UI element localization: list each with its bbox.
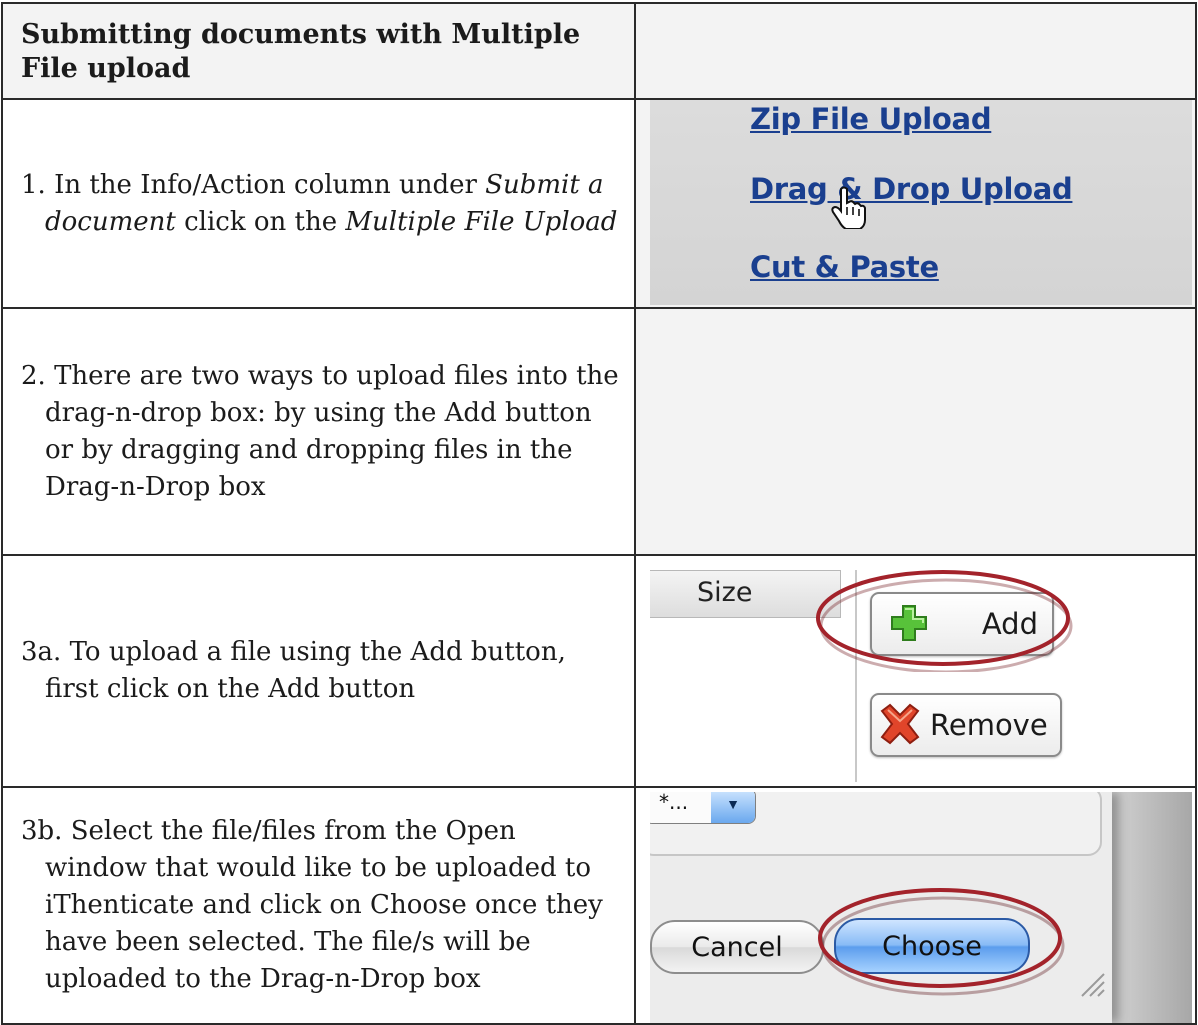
cut-paste-link[interactable]: Cut & Paste — [750, 250, 939, 284]
open-dialog-sheet: *... ▼ Cancel Choose — [650, 792, 1112, 1023]
step-1-screenshot-cell: Zip File Upload Drag & Drop Upload Cut &… — [634, 98, 1197, 309]
size-column-header[interactable]: Size — [650, 570, 841, 618]
dropdown-arrow-icon: ▼ — [711, 792, 755, 823]
step-3a-text: 3a. To upload a file using the Add butto… — [21, 637, 566, 704]
header-cell: Submitting documents with Multiple File … — [1, 2, 636, 100]
step-3a-screenshot-cell: Size Add Remove — [634, 554, 1197, 788]
step-3a-text-block: 3a. To upload a file using the Add butto… — [3, 634, 634, 708]
remove-button-label: Remove — [930, 708, 1048, 742]
step-3b-cell: 3b. Select the file/files from the Open … — [1, 786, 636, 1025]
step-3a-cell: 3a. To upload a file using the Add butto… — [1, 554, 636, 788]
step-3b-text-block: 3b. Select the file/files from the Open … — [3, 813, 634, 998]
step-3b-text: 3b. Select the file/files from the Open … — [21, 816, 603, 994]
step-1-text: 1. In the Info/Action column under Submi… — [3, 167, 634, 241]
step-2-text: 2. There are two ways to upload files in… — [21, 360, 619, 502]
step-2-empty-cell — [634, 307, 1197, 556]
remove-x-icon — [880, 703, 920, 745]
hand-cursor-icon — [831, 186, 866, 229]
size-column-label: Size — [697, 577, 753, 608]
format-popup-value: *... — [659, 792, 689, 814]
open-dialog-screenshot: *... ▼ Cancel Choose — [650, 792, 1192, 1023]
step-1-em-multiple: Multiple File Upload — [345, 206, 618, 237]
plus-icon — [891, 605, 927, 641]
add-button-label: Add — [981, 607, 1038, 641]
step-row-3a: 3a. To upload a file using the Add butto… — [1, 554, 1197, 788]
step-2-text-block: 2. There are two ways to upload files in… — [3, 358, 634, 506]
step-3b-screenshot-cell: *... ▼ Cancel Choose — [634, 786, 1197, 1025]
header-row: Submitting documents with Multiple File … — [1, 2, 1197, 100]
resize-grip-icon[interactable] — [1076, 968, 1106, 998]
table-title: Submitting documents with Multiple File … — [21, 19, 581, 84]
step-1-cell: 1. In the Info/Action column under Submi… — [1, 98, 636, 309]
step-row-1: 1. In the Info/Action column under Submi… — [1, 98, 1197, 309]
zip-file-upload-link[interactable]: Zip File Upload — [750, 102, 992, 136]
column-separator — [855, 570, 857, 782]
step-1-text-middle: click on the — [175, 206, 346, 237]
format-popup[interactable]: *... ▼ — [650, 792, 756, 824]
remove-button[interactable]: Remove — [870, 693, 1062, 757]
step-2-cell: 2. There are two ways to upload files in… — [1, 307, 636, 556]
step-row-2: 2. There are two ways to upload files in… — [1, 307, 1197, 556]
header-empty-cell — [634, 2, 1197, 100]
choose-button[interactable]: Choose — [834, 918, 1030, 974]
upload-links-screenshot: Zip File Upload Drag & Drop Upload Cut &… — [650, 100, 1192, 305]
add-remove-screenshot: Size Add Remove — [650, 560, 1192, 782]
step-1-text-before: In the Info/Action column under — [45, 169, 486, 200]
cancel-button[interactable]: Cancel — [650, 920, 824, 974]
step-row-3b: 3b. Select the file/files from the Open … — [1, 786, 1197, 1025]
step-1-number: 1. — [21, 169, 46, 200]
add-button[interactable]: Add — [870, 592, 1054, 656]
instruction-table: Submitting documents with Multiple File … — [1, 2, 1197, 1025]
drag-drop-upload-link[interactable]: Drag & Drop Upload — [750, 172, 1073, 206]
